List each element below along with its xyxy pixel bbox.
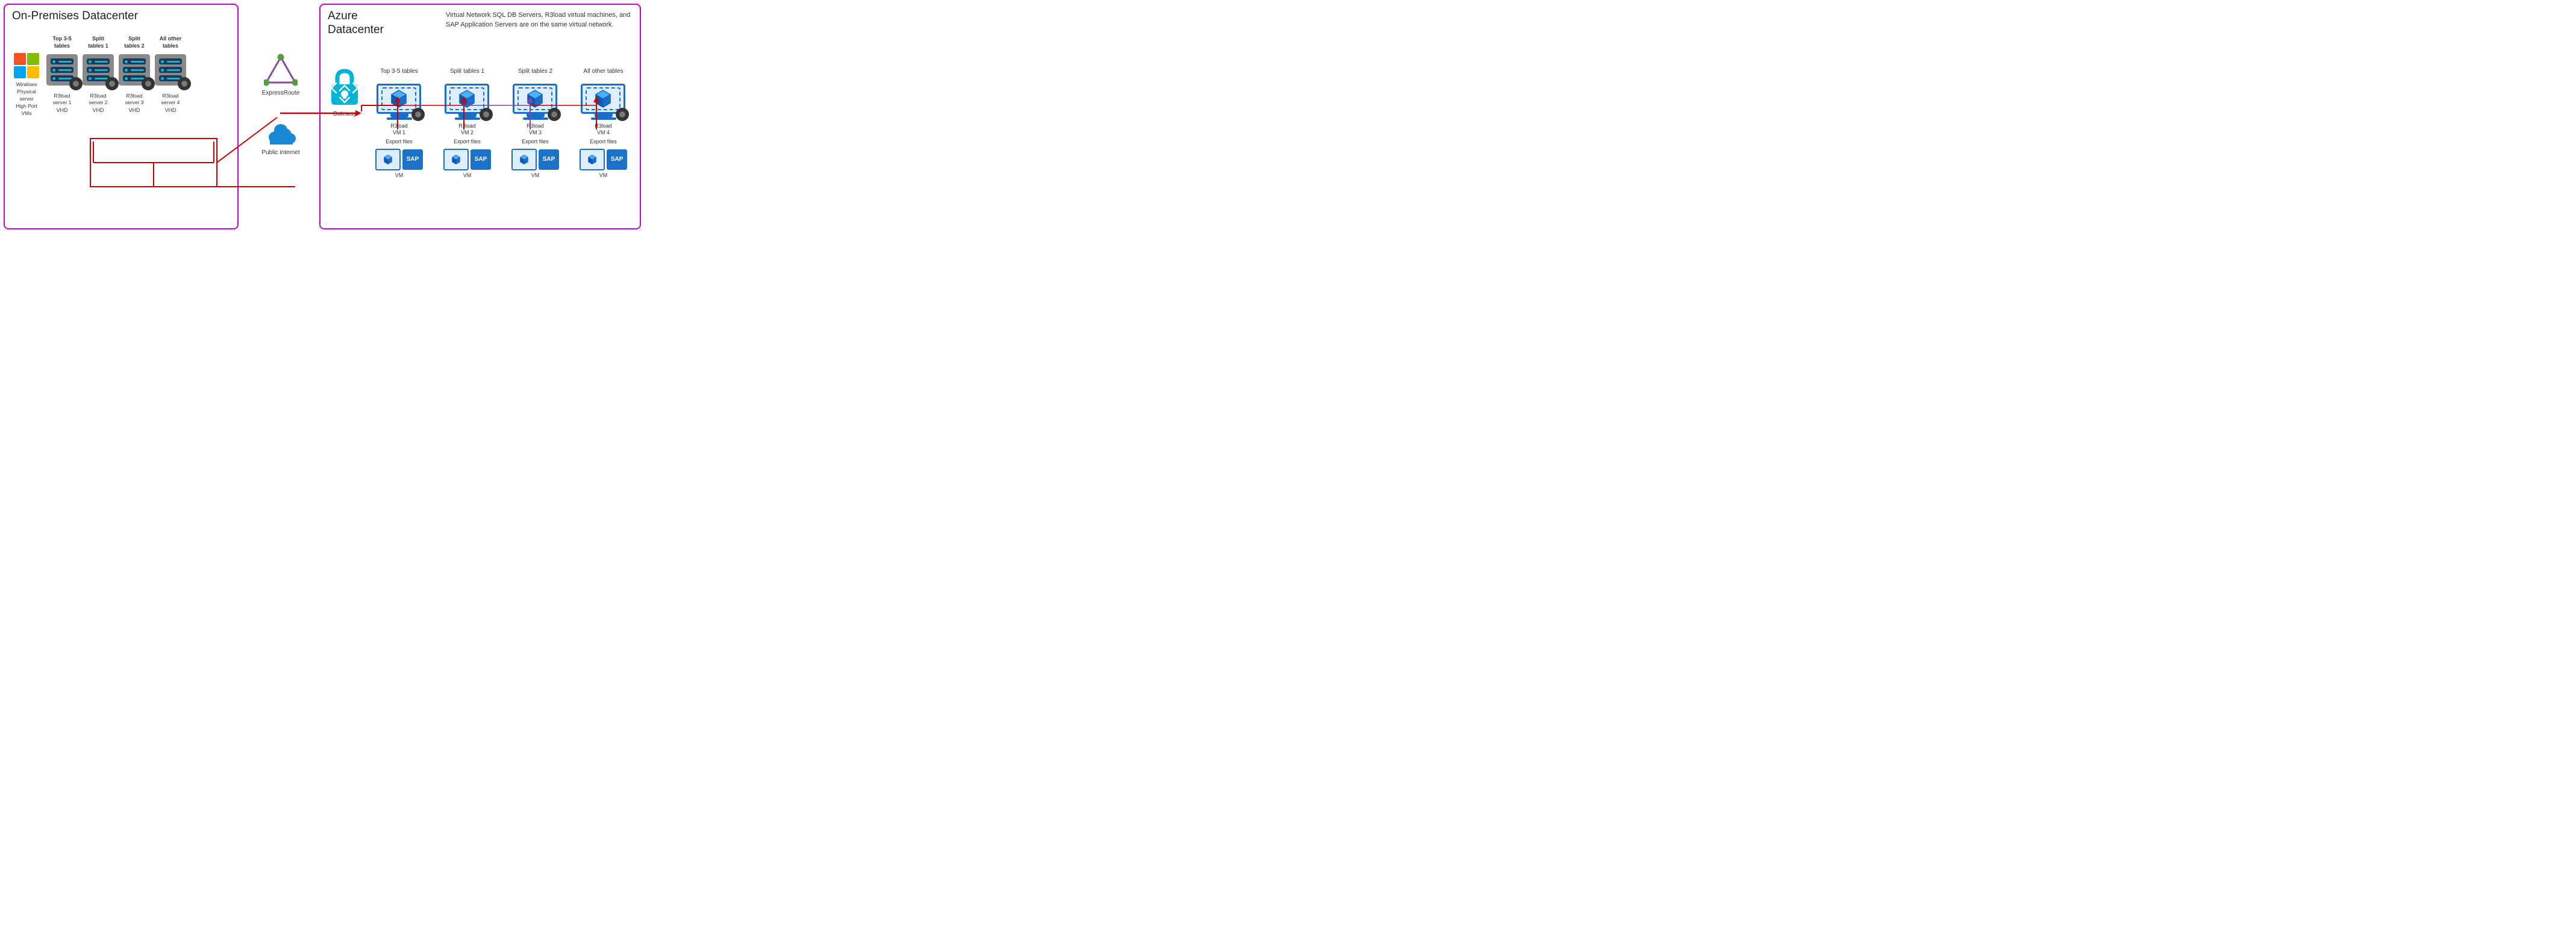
server-item-2: Splittables 1	[82, 35, 114, 113]
expressroute: ExpressRoute	[262, 54, 300, 96]
disk-icon-3	[548, 108, 561, 121]
windows-physical-server: WindowsPhysicalserverHigh PortVMs	[11, 53, 42, 117]
expressroute-label: ExpressRoute	[262, 90, 300, 96]
r3load-vm-1: R3loadVM 1	[390, 123, 408, 137]
server-item-4: All othertables	[154, 35, 187, 113]
sap-badge-4: SAP	[607, 149, 627, 170]
monitor-3	[513, 84, 558, 121]
export-label-2: Export files	[454, 138, 481, 145]
vhd-label-1: VHD	[56, 107, 67, 113]
sap-badge-2: SAP	[470, 149, 491, 170]
vhd-disk-2	[105, 77, 119, 90]
vm-label-1: VM	[395, 172, 404, 178]
azure-panel: AzureDatacenter Virtual Network SQL DB S…	[319, 4, 641, 229]
r3load-server-label-4: R3loadserver 4	[161, 93, 180, 106]
vhd-disk-3	[142, 77, 155, 90]
sap-vm-4: SAP	[580, 149, 627, 170]
server-label-3: Splittables 2	[124, 35, 145, 53]
vhd-label-4: VHD	[164, 107, 176, 113]
export-label-3: Export files	[522, 138, 549, 145]
vm-group-3: Split tables 2	[504, 67, 567, 178]
vm-label-4: VM	[599, 172, 608, 178]
server-label-4: All othertables	[160, 35, 182, 53]
vm-label-3: VM	[531, 172, 540, 178]
disk-icon-4	[616, 108, 629, 121]
r3load-vm-3: R3loadVM 3	[527, 123, 544, 137]
r3load-vm-2: R3loadVM 2	[458, 123, 476, 137]
cloud-icon	[264, 120, 298, 147]
monitor-1	[377, 84, 422, 121]
vm-group-title-2: Split tables 1	[450, 67, 484, 82]
vhd-label-2: VHD	[92, 107, 104, 113]
vhd-disk-4	[178, 77, 191, 90]
sap-badge-3: SAP	[539, 149, 559, 170]
middle-section: ExpressRoute Public internet	[245, 4, 317, 229]
vm-group-2: Split tables 1	[436, 67, 499, 178]
r3load-server-label-3: R3loadserver 3	[125, 93, 144, 106]
export-label-4: Export files	[590, 138, 617, 145]
sap-vm-2: SAP	[443, 149, 491, 170]
gateway-icon	[328, 67, 361, 108]
r3load-server-label-2: R3loadserver 2	[89, 93, 108, 106]
windows-logo-icon	[14, 53, 39, 78]
vm-label-2: VM	[463, 172, 472, 178]
monitor-4	[581, 84, 627, 121]
onprem-title: On-Premises Datacenter	[5, 5, 237, 23]
sap-vm-3: SAP	[511, 149, 559, 170]
sap-badge-1: SAP	[402, 149, 423, 170]
public-internet: Public internet	[261, 120, 299, 156]
server-item-1: Top 3-5tables	[46, 35, 78, 113]
gateway-label: Gateway	[333, 111, 356, 117]
gateway-section: Gateway	[327, 67, 363, 117]
onprem-panel: On-Premises Datacenter WindowsPhysicalse…	[4, 4, 239, 229]
disk-icon-1	[411, 108, 425, 121]
vm-group-4: All other tables	[572, 67, 635, 178]
azure-note: Virtual Network SQL DB Servers, R3load v…	[446, 11, 633, 30]
server-item-3: Splittables 2	[118, 35, 151, 113]
monitor-2	[445, 84, 490, 121]
r3load-vm-4: R3loadVM 4	[595, 123, 612, 137]
vm-group-1: Top 3-5 tables	[367, 67, 431, 178]
vhd-disk-1	[69, 77, 83, 90]
vm-group-title-3: Split tables 2	[518, 67, 552, 82]
public-internet-label: Public internet	[261, 149, 299, 156]
export-label-1: Export files	[386, 138, 413, 145]
server-label-2: Splittables 1	[88, 35, 108, 53]
r3load-server-label-1: R3loadserver 1	[53, 93, 72, 106]
disk-icon-2	[480, 108, 493, 121]
windows-label: WindowsPhysicalserverHigh PortVMs	[16, 81, 37, 117]
expressroute-icon	[264, 54, 298, 87]
vm-group-title-4: All other tables	[583, 67, 623, 82]
sap-vm-1: SAP	[375, 149, 423, 170]
server-label-1: Top 3-5tables	[52, 35, 71, 53]
vm-group-title-1: Top 3-5 tables	[380, 67, 418, 82]
vhd-label-3: VHD	[128, 107, 140, 113]
